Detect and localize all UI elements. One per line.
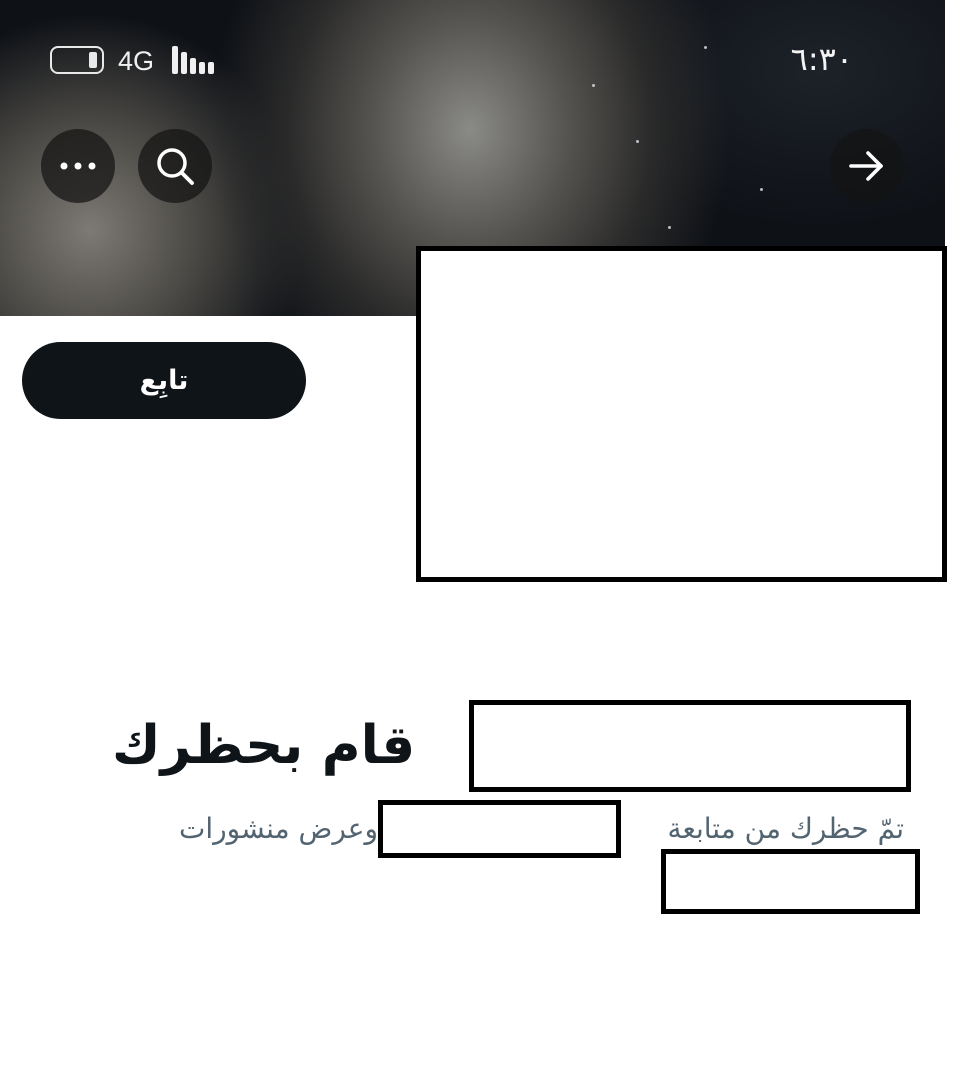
more-button[interactable] [41,129,115,203]
follow-button[interactable]: تابِع [22,342,306,419]
redacted-handle [378,800,621,858]
network-type: 4G [118,46,155,76]
arrow-right-icon [849,151,883,181]
redacted-avatar [416,246,947,582]
redacted-username [469,700,911,792]
redacted-handle [661,849,920,914]
blocked-description-start: تمّ حظرك من متابعة [667,812,904,845]
signal-bars-icon [172,46,216,74]
more-horizontal-icon [60,162,96,170]
status-time: ٦:٣٠ [790,40,853,78]
blocked-description-middle: وعرض منشورات [179,812,378,845]
forward-button[interactable] [830,129,904,203]
blocked-title: قام بحظرك [112,715,416,776]
status-bar: 4G ٦:٣٠ [0,30,945,90]
search-icon [157,148,194,185]
search-button[interactable] [138,129,212,203]
battery-icon [50,46,104,74]
